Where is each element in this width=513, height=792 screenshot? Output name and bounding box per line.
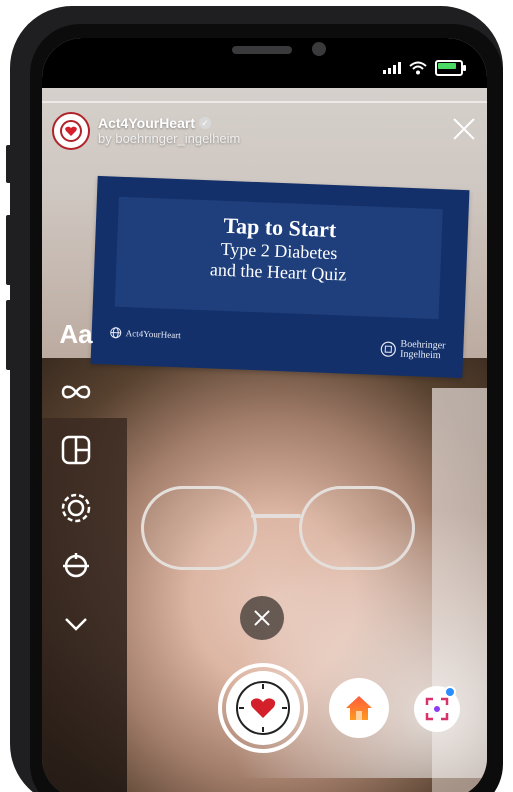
right-lens	[299, 486, 415, 570]
remove-effect-button[interactable]	[240, 596, 284, 640]
card-footer-left: Act4YourHeart	[110, 327, 181, 342]
globe-icon	[110, 327, 122, 339]
home-icon	[346, 696, 372, 720]
chevron-down-icon	[65, 618, 87, 631]
status-icons	[383, 60, 466, 76]
glasses-bridge	[251, 514, 301, 518]
capture-button-face	[226, 671, 300, 745]
effect-avatar[interactable]	[52, 112, 90, 150]
effect-header[interactable]: Act4YourHeart ✓ by boehringer_ingelheim	[52, 112, 240, 150]
battery-charging-icon	[435, 60, 466, 76]
brand-name-line2: Ingelheim	[399, 348, 441, 362]
notch	[138, 38, 388, 70]
recording-progress-bar	[42, 101, 487, 103]
quiz-start-card[interactable]: Tap to Start Type 2 Diabetes and the Hea…	[90, 175, 470, 379]
capture-button[interactable]	[218, 663, 308, 753]
hands-free-button[interactable]	[56, 488, 96, 528]
eyeglasses	[127, 486, 427, 570]
card-footer-left-text: Act4YourHeart	[125, 328, 181, 341]
more-tools-button[interactable]	[56, 604, 96, 644]
wifi-icon	[409, 61, 427, 75]
signal-icon	[383, 62, 401, 74]
card-inner-panel: Tap to Start Type 2 Diabetes and the Hea…	[114, 196, 443, 320]
infinity-icon	[61, 385, 91, 399]
text-tool-button[interactable]: Aa	[56, 314, 96, 354]
left-toolbar: Aa	[56, 314, 96, 644]
scan-icon	[425, 697, 449, 721]
heart-clock-logo	[60, 120, 82, 142]
camera-screen: Act4YourHeart ✓ by boehringer_ingelheim …	[42, 38, 487, 792]
left-lens	[141, 486, 257, 570]
status-bar	[42, 38, 487, 88]
close-icon[interactable]	[451, 116, 477, 142]
notification-dot	[444, 686, 456, 698]
hands-free-icon	[61, 493, 91, 523]
front-camera	[312, 42, 326, 56]
card-footer-right: Boehringer Ingelheim	[380, 339, 446, 361]
phone-frame: Act4YourHeart ✓ by boehringer_ingelheim …	[0, 0, 513, 792]
scan-effect-button[interactable]	[414, 686, 460, 732]
effect-creator[interactable]: by boehringer_ingelheim	[98, 131, 240, 147]
layout-icon	[61, 435, 91, 465]
verified-icon: ✓	[199, 117, 211, 129]
heart-clock-icon	[236, 681, 290, 735]
speaker	[232, 46, 292, 54]
align-icon	[63, 553, 89, 578]
boomerang-button[interactable]	[56, 372, 96, 412]
effect-info: Act4YourHeart ✓ by boehringer_ingelheim	[98, 115, 240, 147]
layout-button[interactable]	[56, 430, 96, 470]
text-tool-label: Aa	[59, 318, 93, 349]
brand-logo-icon	[380, 341, 396, 357]
effect-title[interactable]: Act4YourHeart	[98, 115, 195, 131]
align-button[interactable]	[56, 546, 96, 586]
home-effect-button[interactable]	[329, 678, 389, 738]
